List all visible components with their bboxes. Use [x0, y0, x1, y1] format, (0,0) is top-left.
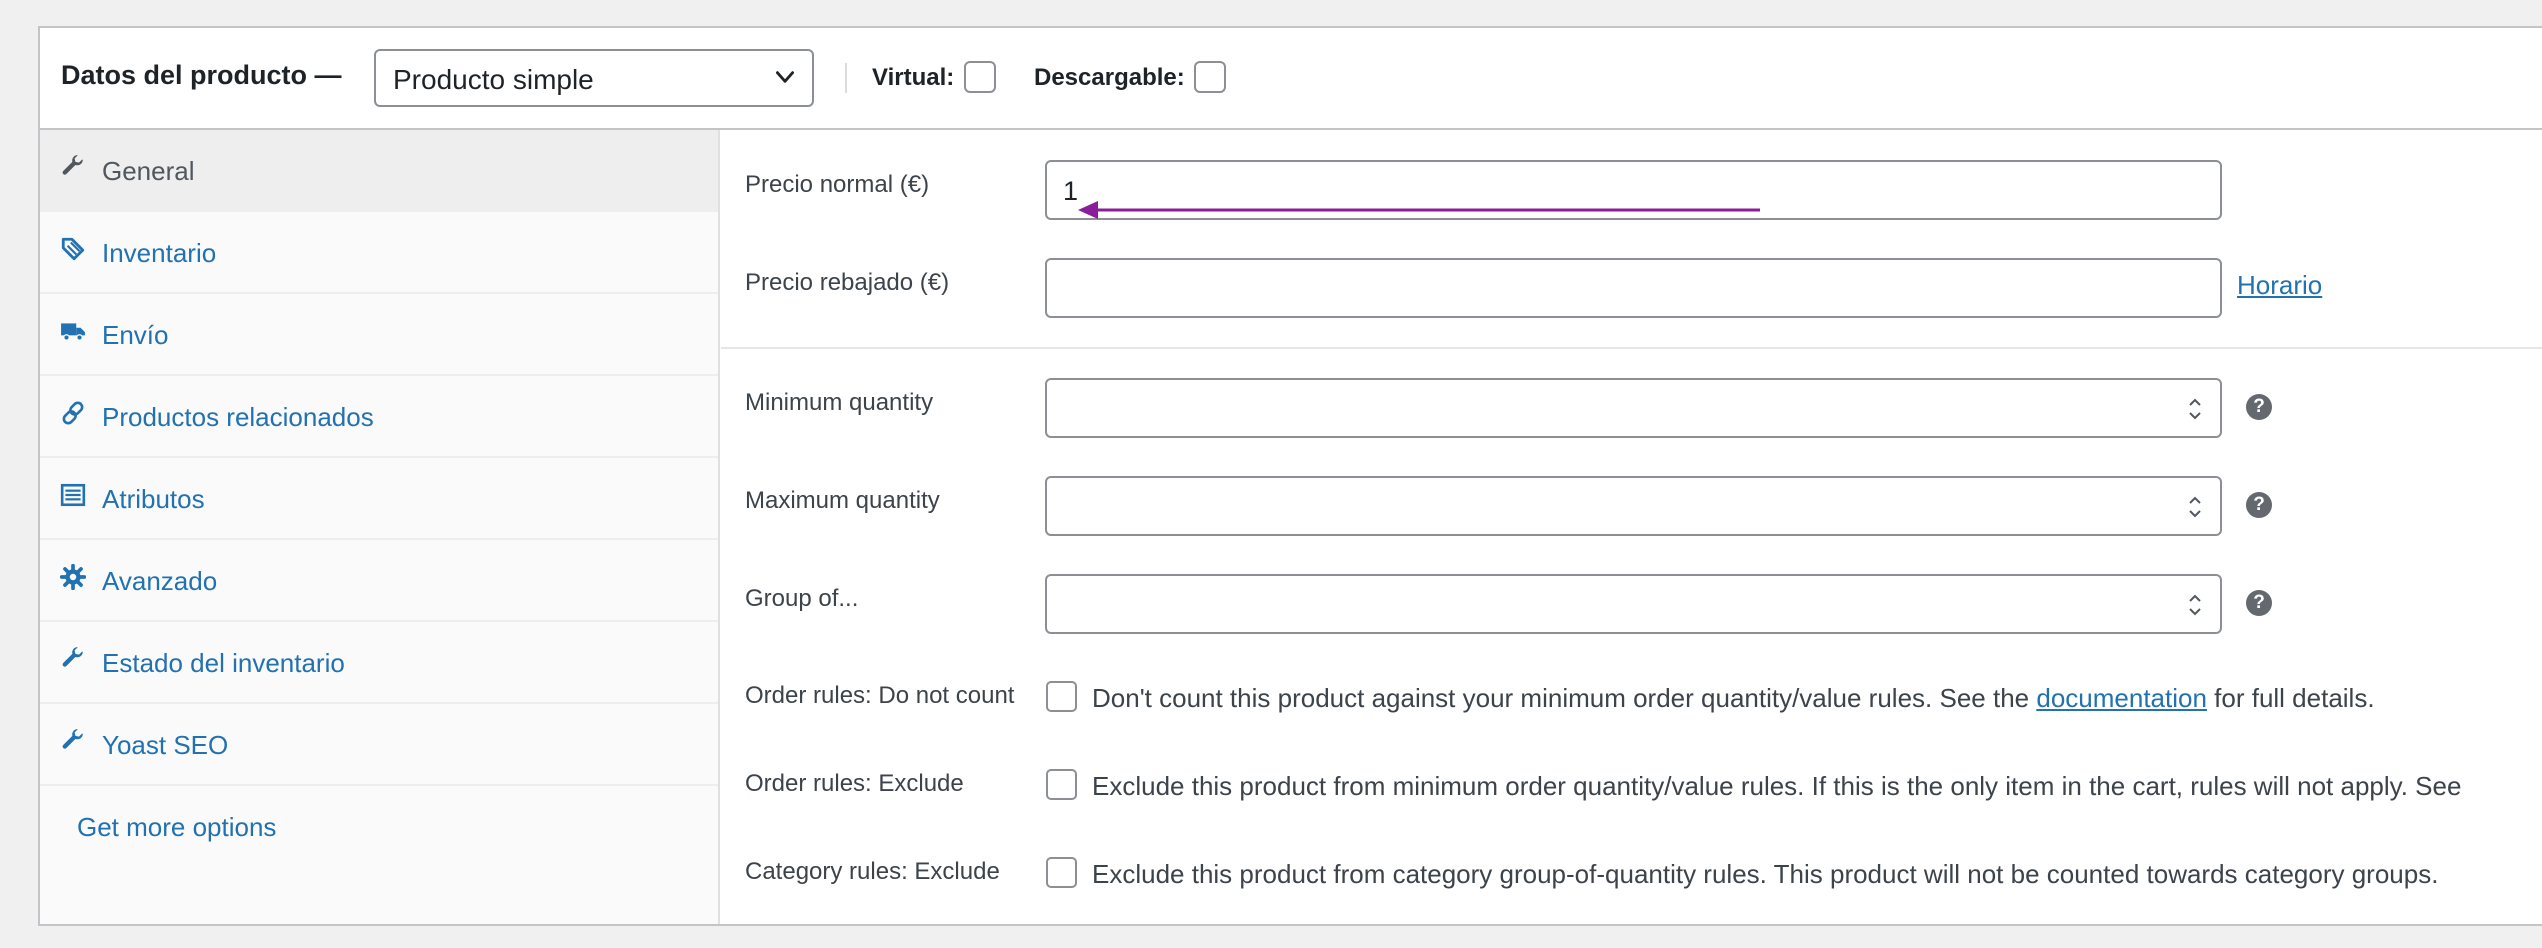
product-data-panel: Datos del producto — Producto simple Vir…: [38, 26, 2542, 926]
order-rules-exclude-label: Order rules: Exclude: [745, 770, 964, 797]
order-rules-do-not-count-checkbox[interactable]: [1046, 681, 1077, 712]
spinner-icon[interactable]: [2186, 394, 2204, 424]
downloadable-checkbox[interactable]: [1194, 61, 1226, 93]
spinner-icon[interactable]: [2186, 492, 2204, 522]
tab-estado-inventario[interactable]: Estado del inventario: [40, 622, 718, 704]
order-rules-exclude-checkbox[interactable]: [1046, 769, 1077, 800]
regular-price-value: 1: [1063, 176, 1079, 206]
category-rules-exclude-label: Category rules: Exclude: [745, 858, 1000, 885]
do-not-count-text-after: for full details.: [2214, 683, 2375, 713]
gear-icon: [60, 564, 86, 590]
header-divider: [845, 63, 847, 93]
downloadable-label: Descargable:: [1034, 64, 1185, 91]
tab-general[interactable]: General: [40, 130, 718, 212]
sale-price-input[interactable]: [1045, 258, 2222, 318]
order-rules-do-not-count-label: Order rules: Do not count: [745, 682, 1015, 709]
tab-inventario-label: Inventario: [102, 238, 217, 268]
virtual-checkbox[interactable]: [964, 61, 996, 93]
category-rules-exclude-checkbox[interactable]: [1046, 857, 1077, 888]
help-icon[interactable]: ?: [2246, 590, 2272, 616]
help-icon[interactable]: ?: [2246, 394, 2272, 420]
product-type-select[interactable]: Producto simple: [374, 49, 814, 107]
tab-yoast-seo-label: Yoast SEO: [102, 730, 229, 760]
tab-avanzado[interactable]: Avanzado: [40, 540, 718, 622]
tab-general-label: General: [102, 156, 195, 186]
annotation-arrow-icon: [1078, 201, 1760, 219]
tab-inventario[interactable]: Inventario: [40, 212, 718, 294]
tab-estado-inventario-label: Estado del inventario: [102, 648, 345, 678]
tag-icon: [61, 237, 85, 261]
regular-price-label: Precio normal (€): [745, 171, 930, 198]
max-quantity-input[interactable]: [1045, 476, 2222, 536]
truck-icon: [61, 323, 85, 341]
do-not-count-text-before: Don't count this product against your mi…: [1092, 683, 2030, 713]
link-icon: [62, 401, 84, 425]
wrench-icon: [62, 647, 83, 667]
wrench-icon: [62, 155, 83, 175]
group-of-input[interactable]: [1045, 574, 2222, 634]
virtual-label: Virtual:: [872, 64, 955, 91]
tab-atributos-label: Atributos: [102, 484, 205, 514]
order-rules-exclude-description: Exclude this product from minimum order …: [1092, 771, 2462, 801]
min-quantity-input[interactable]: [1045, 378, 2222, 438]
tab-atributos[interactable]: Atributos: [40, 458, 718, 540]
tab-productos-relacionados-label: Productos relacionados: [102, 402, 374, 432]
chevron-down-icon: [776, 71, 794, 83]
help-icon[interactable]: ?: [2246, 492, 2272, 518]
spinner-icon[interactable]: [2186, 590, 2204, 620]
documentation-link[interactable]: documentation: [2036, 683, 2207, 713]
category-rules-exclude-description: Exclude this product from category group…: [1092, 859, 2439, 889]
product-data-header: Datos del producto — Producto simple Vir…: [40, 28, 2542, 130]
section-divider: [721, 347, 2542, 349]
product-data-title: Datos del producto —: [61, 60, 342, 90]
tab-yoast-seo[interactable]: Yoast SEO: [40, 704, 718, 786]
get-more-options-link[interactable]: Get more options: [77, 812, 276, 843]
product-data-tabs: General Inventario Envío Productos relac…: [40, 130, 720, 924]
sale-price-label: Precio rebajado (€): [745, 269, 950, 296]
product-type-value: Producto simple: [393, 64, 594, 95]
tab-envio-label: Envío: [102, 320, 169, 350]
schedule-link[interactable]: Horario: [2237, 270, 2322, 301]
order-rules-do-not-count-description: Don't count this product against your mi…: [1092, 683, 2375, 714]
list-icon: [60, 483, 86, 507]
min-quantity-label: Minimum quantity: [745, 389, 934, 416]
wrench-icon: [62, 729, 83, 749]
tab-avanzado-label: Avanzado: [102, 566, 218, 596]
max-quantity-label: Maximum quantity: [745, 487, 940, 514]
tab-envio[interactable]: Envío: [40, 294, 718, 376]
group-of-label: Group of...: [745, 585, 859, 612]
tab-productos-relacionados[interactable]: Productos relacionados: [40, 376, 718, 458]
